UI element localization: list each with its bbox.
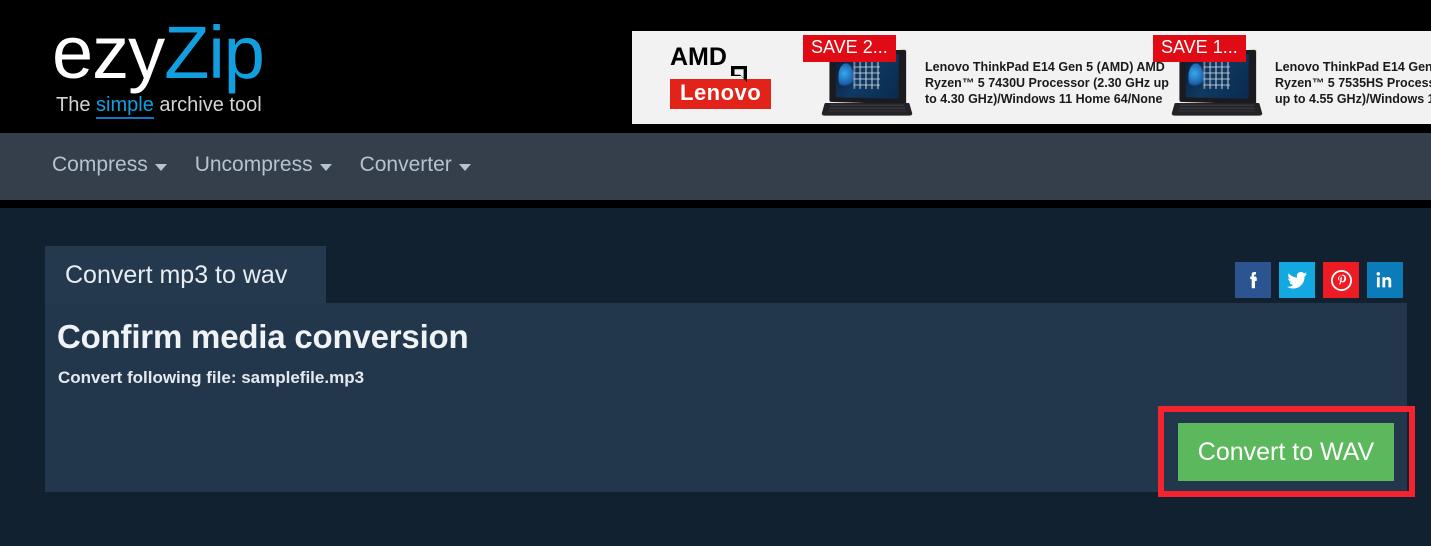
below-card-text	[58, 520, 64, 546]
chevron-down-icon	[458, 163, 471, 171]
pinterest-icon	[1330, 269, 1353, 292]
chevron-down-icon	[319, 163, 332, 171]
social-share-buttons	[1235, 262, 1403, 298]
save-badge: SAVE 2...	[803, 35, 896, 62]
share-twitter-button[interactable]	[1279, 262, 1315, 298]
nav-item-compress[interactable]: Compress	[52, 152, 167, 178]
ad-item[interactable]: SAVE 2... Lenovo ThinkPad E14 Gen 5 (AMD…	[797, 31, 1169, 124]
nav-items: Compress Uncompress Converter	[52, 152, 499, 178]
facebook-icon	[1242, 269, 1264, 291]
nav-item-uncompress[interactable]: Uncompress	[195, 152, 332, 178]
laptop-keyboard-icon	[821, 102, 913, 116]
convert-to-wav-button[interactable]: Convert to WAV	[1178, 423, 1394, 481]
nav-item-label: Uncompress	[194, 153, 313, 176]
file-info-text: Convert following file: samplefile.mp3	[58, 368, 365, 387]
advertisement-banner[interactable]: AMD Lenovo SAVE 2... Lenovo ThinkPad E14…	[632, 31, 1431, 124]
chevron-down-icon	[154, 163, 167, 171]
laptop-keyboard-icon	[1171, 102, 1263, 116]
share-pinterest-button[interactable]	[1323, 262, 1359, 298]
ad-product-text: Lenovo ThinkPad E14 Gen 6 (AMD) AMD Ryze…	[1275, 60, 1431, 106]
logo-text-primary: ezy	[52, 11, 165, 94]
nav-item-label: Compress	[52, 153, 148, 176]
tagline-post: archive tool	[153, 94, 262, 116]
nav-item-label: Converter	[359, 153, 452, 176]
logo-text-accent: Zip	[164, 11, 265, 94]
ad-item[interactable]: SAVE 1... Lenovo ThinkPad E14 Gen 6 (AMD…	[1147, 31, 1431, 124]
tab-label: Convert mp3 to wav	[65, 261, 288, 289]
nav-item-converter[interactable]: Converter	[360, 152, 471, 178]
header-divider	[0, 200, 1431, 208]
page-content: Convert mp3 to wav Confirm media convers…	[0, 208, 1431, 526]
share-linkedin-button[interactable]	[1367, 262, 1403, 298]
logo-tagline: The simple archive tool	[56, 94, 264, 119]
tagline-pre: The	[56, 94, 97, 116]
ad-product-text: Lenovo ThinkPad E14 Gen 5 (AMD) AMD Ryze…	[925, 60, 1169, 106]
amd-logo-text: AMD	[670, 43, 727, 71]
tab-convert-mp3-to-wav[interactable]: Convert mp3 to wav	[45, 246, 326, 303]
twitter-icon	[1285, 268, 1309, 292]
page-title: Confirm media conversion	[57, 318, 469, 355]
linkedin-icon	[1374, 269, 1396, 291]
save-badge: SAVE 1...	[1153, 35, 1246, 62]
site-logo[interactable]: ezyZip The simple archive tool	[52, 11, 265, 119]
tagline-highlight: simple	[96, 94, 154, 119]
main-navigation: Compress Uncompress Converter	[0, 133, 1431, 200]
logo-wordmark: ezyZip	[52, 11, 265, 94]
site-header: ezyZip The simple archive tool AMD Lenov…	[0, 0, 1431, 133]
share-facebook-button[interactable]	[1235, 262, 1271, 298]
lenovo-logo: Lenovo	[670, 79, 772, 109]
